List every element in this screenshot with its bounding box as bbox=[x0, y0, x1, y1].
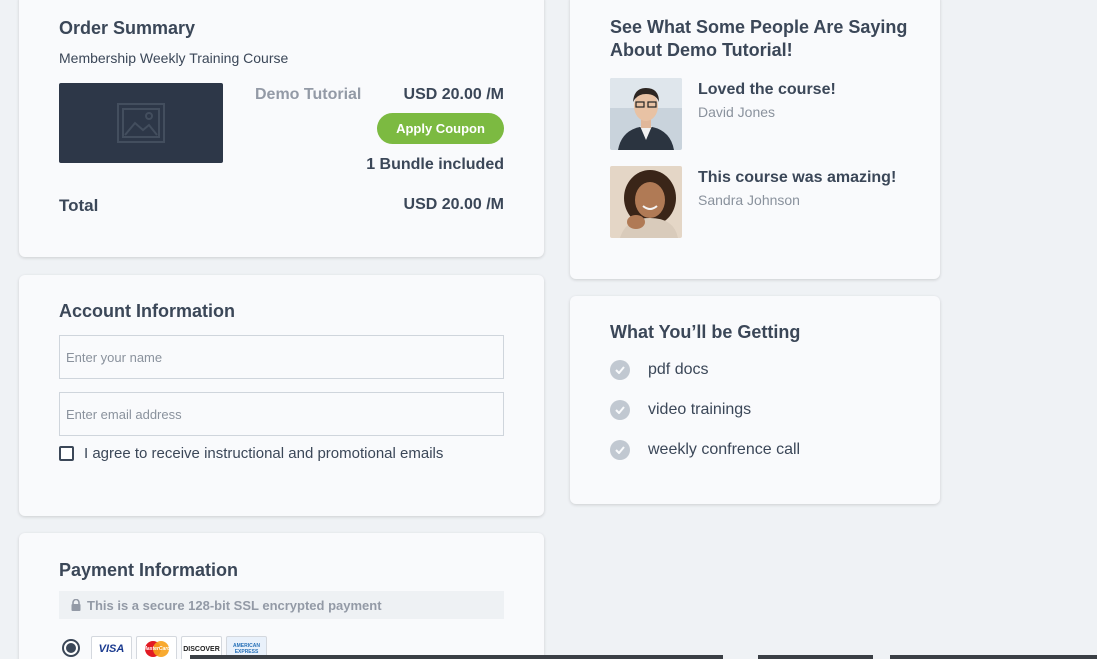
card-payment-radio[interactable] bbox=[62, 639, 80, 657]
order-subtitle: Membership Weekly Training Course bbox=[59, 50, 289, 66]
list-item: video trainings bbox=[610, 400, 751, 420]
apply-coupon-button[interactable]: Apply Coupon bbox=[377, 113, 504, 144]
testimonial-quote: Loved the course! bbox=[698, 81, 836, 98]
bottom-bar bbox=[190, 655, 723, 659]
payment-information-card: Payment Information This is a secure 128… bbox=[19, 533, 544, 659]
checkout-page: Order Summary Membership Weekly Training… bbox=[0, 0, 1097, 659]
testimonial-author: Sandra Johnson bbox=[698, 192, 800, 208]
feature-label: pdf docs bbox=[648, 361, 709, 378]
lock-icon bbox=[71, 599, 81, 611]
name-input[interactable] bbox=[59, 335, 504, 379]
check-icon bbox=[610, 400, 630, 420]
total-value: USD 20.00 /M bbox=[403, 196, 504, 213]
total-label: Total bbox=[59, 196, 99, 215]
product-price: USD 20.00 /M bbox=[403, 86, 504, 103]
payment-information-title: Payment Information bbox=[59, 560, 239, 580]
secure-payment-notice: This is a secure 128-bit SSL encrypted p… bbox=[59, 591, 504, 619]
bundle-info: 1 Bundle included bbox=[366, 156, 504, 173]
avatar bbox=[610, 78, 682, 150]
account-information-card: Account Information I agree to receive i… bbox=[19, 275, 544, 516]
visa-card-logo: VISA bbox=[91, 636, 132, 659]
feature-label: weekly confrence call bbox=[648, 441, 801, 458]
product-name: Demo Tutorial bbox=[255, 86, 362, 103]
features-title: What You’ll be Getting bbox=[610, 322, 801, 342]
features-card: What You’ll be Getting pdf docs video tr… bbox=[570, 296, 940, 504]
list-item: weekly confrence call bbox=[610, 440, 800, 460]
testimonials-card: See What Some People Are Saying About De… bbox=[570, 0, 940, 279]
email-input[interactable] bbox=[59, 392, 504, 436]
account-information-title: Account Information bbox=[59, 301, 235, 321]
check-icon bbox=[610, 360, 630, 380]
testimonials-title: See What Some People Are Saying About De… bbox=[610, 17, 908, 60]
mastercard-logo: MasterCard bbox=[136, 636, 177, 659]
man-portrait-icon bbox=[610, 78, 682, 150]
order-summary-card: Order Summary Membership Weekly Training… bbox=[19, 0, 544, 257]
avatar bbox=[610, 166, 682, 238]
bottom-bar bbox=[758, 655, 873, 659]
product-thumbnail bbox=[59, 83, 223, 163]
image-placeholder-icon bbox=[117, 103, 165, 143]
order-summary-title: Order Summary bbox=[59, 18, 196, 38]
check-icon bbox=[610, 440, 630, 460]
agree-label: I agree to receive instructional and pro… bbox=[84, 445, 444, 462]
woman-portrait-icon bbox=[610, 166, 682, 238]
feature-label: video trainings bbox=[648, 401, 752, 418]
secure-payment-text: This is a secure 128-bit SSL encrypted p… bbox=[87, 597, 382, 613]
agree-checkbox[interactable] bbox=[59, 446, 74, 461]
bottom-bar bbox=[890, 655, 1097, 659]
list-item: pdf docs bbox=[610, 360, 708, 380]
testimonial-author: David Jones bbox=[698, 104, 776, 120]
testimonial-quote: This course was amazing! bbox=[698, 169, 897, 186]
